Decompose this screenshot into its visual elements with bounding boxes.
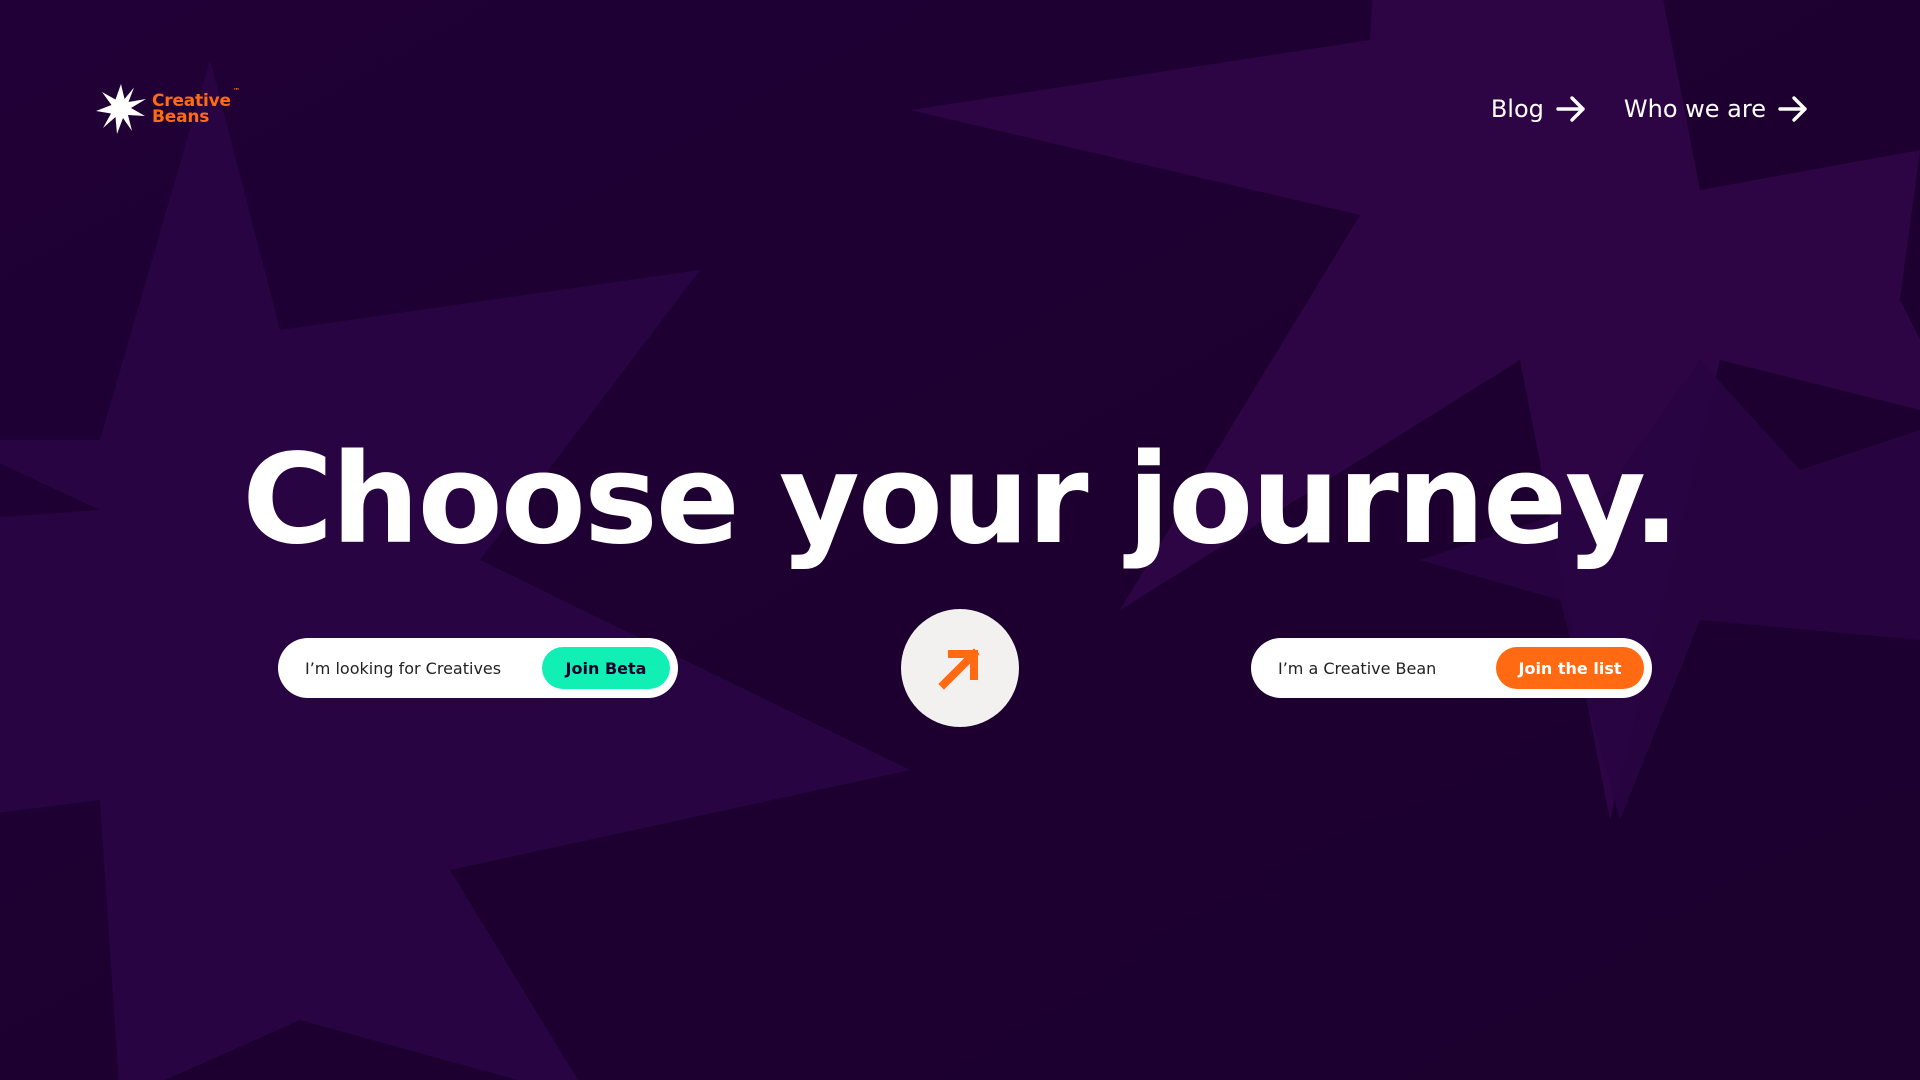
arrow-right-icon [1556, 96, 1585, 122]
journey-creatives-card: I’m a Creative Bean Join the list [1251, 638, 1652, 698]
join-the-list-button[interactable]: Join the list [1496, 647, 1644, 689]
journey-clients-card: I’m looking for Creatives Join Beta [278, 638, 678, 698]
top-nav: Blog Who we are [1491, 92, 1810, 126]
arrow-right-icon [1778, 96, 1807, 122]
journey-creatives-label: I’m a Creative Bean [1278, 658, 1437, 678]
nav-link-label: Who we are [1623, 95, 1766, 123]
brand-name: Creative Beans ™ [152, 87, 240, 127]
starburst-logo-icon [96, 84, 146, 134]
center-arrow-button[interactable] [901, 609, 1019, 727]
arrow-up-right-icon [938, 648, 980, 690]
join-beta-button[interactable]: Join Beta [542, 647, 670, 689]
hero-headline: Choose your journey. [242, 428, 1679, 572]
brand-logo[interactable]: Creative Beans ™ [96, 84, 240, 134]
landing-page: Creative Beans ™ Blog Who we are Choose … [0, 0, 1920, 1080]
journey-clients-label: I’m looking for Creatives [305, 658, 502, 678]
nav-link-label: Blog [1490, 95, 1544, 123]
nav-link-blog[interactable]: Blog [1491, 92, 1588, 126]
trademark-symbol: ™ [233, 87, 240, 95]
brand-name-line2: Beans [152, 107, 210, 127]
nav-link-who-we-are[interactable]: Who we are [1624, 92, 1810, 126]
